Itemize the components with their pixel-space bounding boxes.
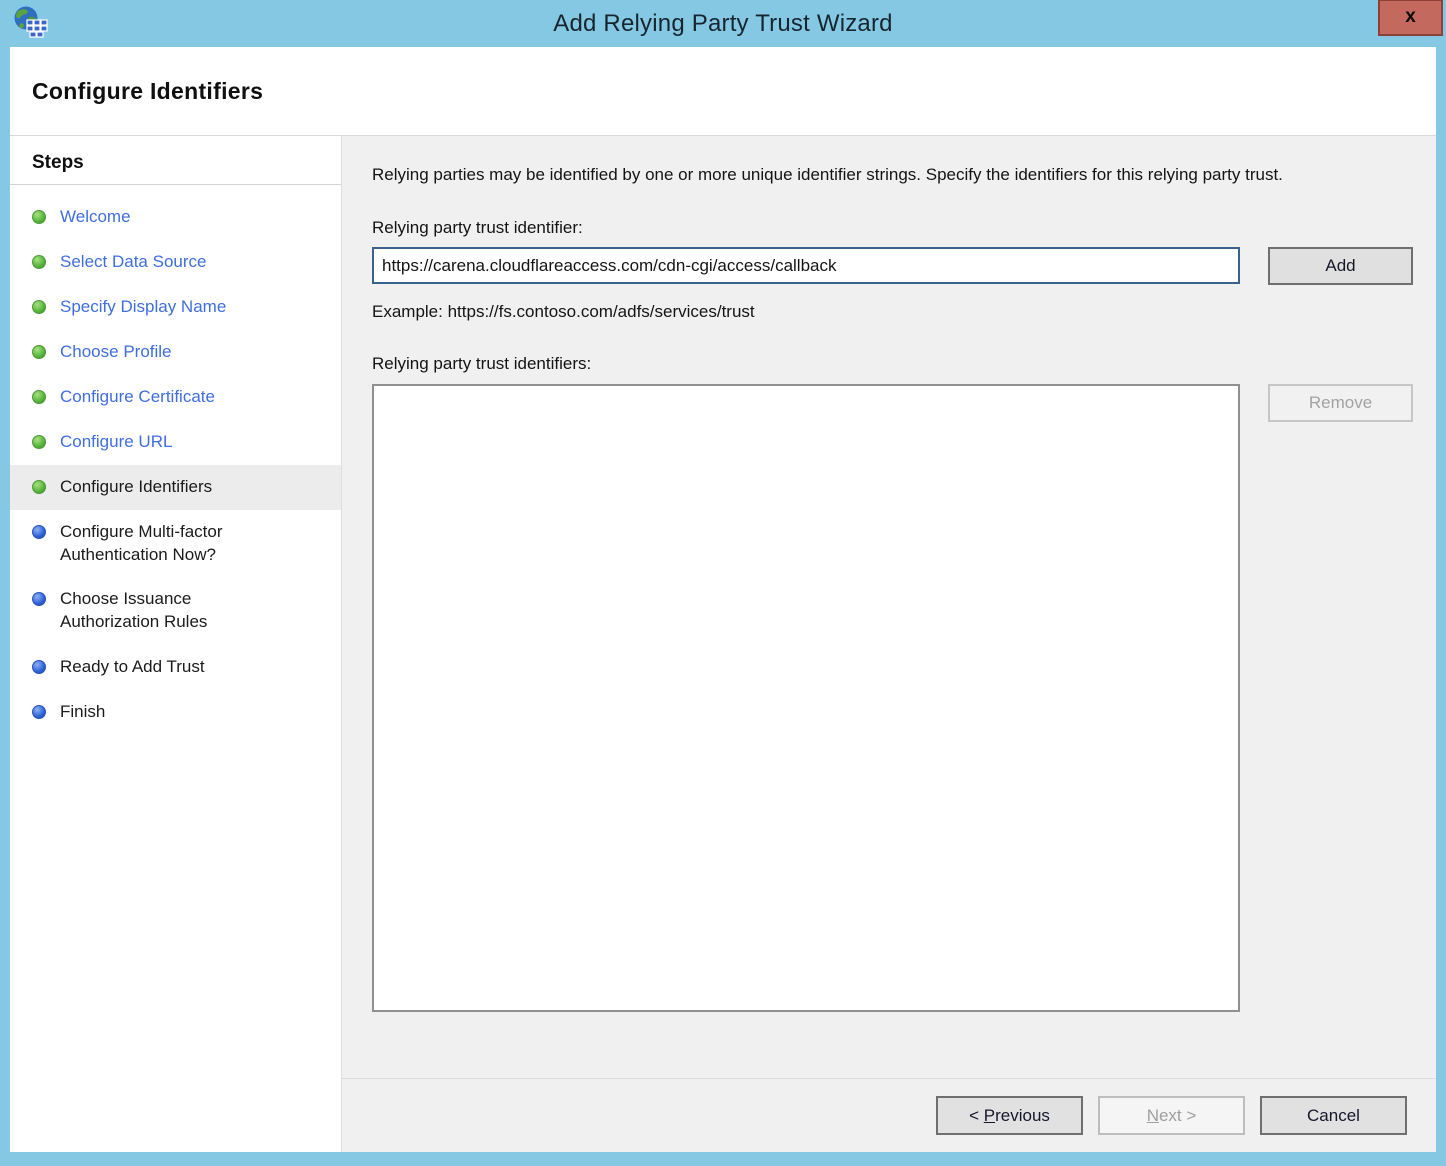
step-specify-display-name[interactable]: Specify Display Name [10,285,341,330]
example-text: Example: https://fs.contoso.com/adfs/ser… [372,302,1413,322]
step-done-bullet-icon [32,435,46,449]
previous-button[interactable]: < Previous [936,1096,1083,1135]
step-done-bullet-icon [32,255,46,269]
identifiers-list-label: Relying party trust identifiers: [372,354,1413,374]
add-button[interactable]: Add [1268,247,1413,285]
step-select-data-source[interactable]: Select Data Source [10,240,341,285]
step-configure-url[interactable]: Configure URL [10,420,341,465]
step-pending-bullet-icon [32,705,46,719]
step-label[interactable]: Choose Profile [60,341,172,364]
step-finish[interactable]: Finish [10,690,341,735]
close-button[interactable]: x [1378,0,1443,36]
step-welcome[interactable]: Welcome [10,195,341,240]
step-configure-identifiers-current: Configure Identifiers [10,465,341,510]
step-done-bullet-icon [32,480,46,494]
identifier-field-label: Relying party trust identifier: [372,218,1413,238]
steps-sidebar: Steps Welcome Select Data Source Specify… [10,136,342,1152]
step-ready-to-add-trust[interactable]: Ready to Add Trust [10,645,341,690]
step-choose-issuance-rules[interactable]: Choose Issuance Authorization Rules [10,577,341,645]
main-pane: Relying parties may be identified by one… [342,136,1436,1152]
relying-party-identifier-input[interactable] [372,247,1240,284]
step-label[interactable]: Ready to Add Trust [60,656,205,679]
step-pending-bullet-icon [32,525,46,539]
adfs-app-icon [12,5,48,43]
next-button[interactable]: Next > [1098,1096,1245,1135]
step-pending-bullet-icon [32,660,46,674]
step-label[interactable]: Configure Certificate [60,386,215,409]
step-label[interactable]: Select Data Source [60,251,206,274]
main-content: Relying parties may be identified by one… [342,136,1436,1078]
step-label[interactable]: Welcome [60,206,131,229]
window-body: Configure Identifiers Steps Welcome Sele… [10,47,1436,1152]
step-done-bullet-icon [32,390,46,404]
step-label: Configure Identifiers [60,476,212,499]
window-title: Add Relying Party Trust Wizard [553,10,892,38]
step-done-bullet-icon [32,300,46,314]
step-label[interactable]: Choose Issuance Authorization Rules [60,588,285,634]
cancel-button[interactable]: Cancel [1260,1096,1407,1135]
identifiers-listbox[interactable] [372,384,1240,1012]
wizard-footer: < Previous Next > Cancel [342,1078,1436,1152]
title-bar: Add Relying Party Trust Wizard x [0,0,1446,47]
step-done-bullet-icon [32,345,46,359]
step-configure-certificate[interactable]: Configure Certificate [10,375,341,420]
step-label[interactable]: Specify Display Name [60,296,226,319]
step-label[interactable]: Finish [60,701,105,724]
step-label[interactable]: Configure URL [60,431,172,454]
description-text: Relying parties may be identified by one… [372,162,1412,188]
step-pending-bullet-icon [32,592,46,606]
step-configure-mfa[interactable]: Configure Multi-factor Authentication No… [10,510,341,578]
step-done-bullet-icon [32,210,46,224]
page-title: Configure Identifiers [32,78,263,105]
steps-heading: Steps [10,148,341,185]
page-header: Configure Identifiers [10,47,1436,136]
remove-button[interactable]: Remove [1268,384,1413,422]
wizard-window: Add Relying Party Trust Wizard x Configu… [0,0,1446,1166]
step-label[interactable]: Configure Multi-factor Authentication No… [60,521,285,567]
step-choose-profile[interactable]: Choose Profile [10,330,341,375]
